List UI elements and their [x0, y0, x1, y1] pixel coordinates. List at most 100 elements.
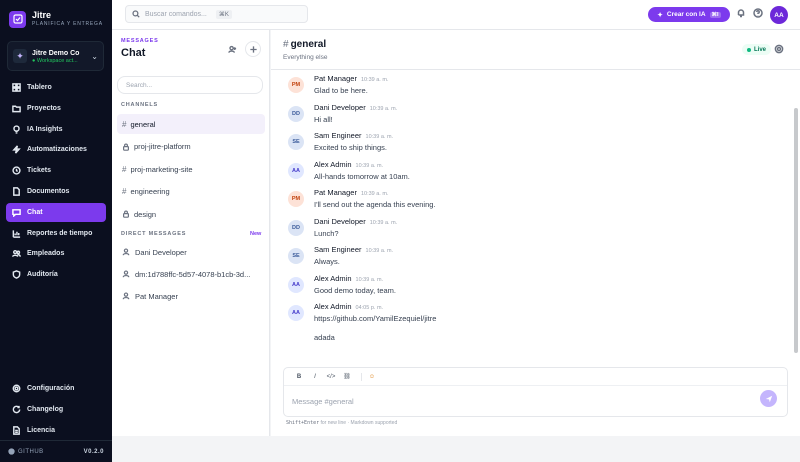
- nav-item-proyectos[interactable]: Proyectos: [6, 99, 106, 118]
- bell-icon: [737, 9, 745, 18]
- nav-item-licencia[interactable]: Licencia: [6, 421, 106, 440]
- message-link[interactable]: https://github.com/YamilEzequiel/jitre: [314, 314, 436, 323]
- send-button[interactable]: [760, 390, 777, 407]
- dm-item[interactable]: Dani Developer: [117, 242, 265, 262]
- formatting-toolbar: B I </> ⛓ ☺: [284, 368, 787, 386]
- notifications-button[interactable]: [736, 8, 748, 20]
- command-search-placeholder: Buscar comandos...: [145, 10, 207, 18]
- create-with-ai-button[interactable]: ✦ Crear con IA ⌘I: [648, 7, 730, 22]
- message-author: Dani Developer: [314, 217, 366, 226]
- dm-item[interactable]: Pat Manager: [117, 286, 265, 306]
- message-scrollbar[interactable]: [794, 108, 798, 353]
- channel-search-input[interactable]: Search...: [117, 76, 263, 94]
- create-shortcut: ⌘I: [709, 11, 721, 18]
- command-search[interactable]: Buscar comandos... ⌘K: [125, 5, 308, 23]
- message-author: Alex Admin: [314, 274, 352, 283]
- channel-item-proj-jitre-platform[interactable]: proj-jitre-platform: [117, 137, 265, 157]
- channel-settings-button[interactable]: [774, 44, 784, 54]
- message-list: PM Pat Manager 10:39 a. m. Glad to be her…: [271, 71, 793, 356]
- bold-button[interactable]: B: [293, 374, 305, 380]
- nav-label: Licencia: [27, 426, 56, 434]
- avatar: DD: [288, 220, 304, 236]
- avatar: PM: [288, 191, 304, 207]
- help-button[interactable]: [753, 8, 765, 20]
- chart-icon: [12, 229, 21, 238]
- hint-key: Shift+Enter: [286, 420, 320, 426]
- composer-hint: Shift+Enter for new line · Markdown supp…: [286, 420, 397, 426]
- nav-item-reportes[interactable]: Reportes de tiempo: [6, 224, 106, 243]
- message-author: Pat Manager: [314, 188, 357, 197]
- brand-name: Jitre: [32, 10, 52, 20]
- secondary-nav: Configuración Changelog Licencia: [6, 379, 106, 441]
- user-icon: [122, 270, 130, 278]
- grid-icon: [12, 83, 21, 92]
- brand-tagline: PLANIFICA Y ENTREGA: [32, 21, 103, 27]
- channel-item-engineering[interactable]: # engineering: [117, 182, 265, 202]
- message-text: Good demo today, team.: [314, 286, 396, 295]
- message-input[interactable]: Message #general: [292, 397, 354, 406]
- link-button[interactable]: ⛓: [341, 373, 353, 380]
- message-time: 10:39 a. m.: [360, 191, 389, 197]
- emoji-button[interactable]: ☺: [366, 374, 378, 380]
- message-text: Excited to ship things.: [314, 143, 387, 152]
- search-shortcut: ⌘K: [215, 9, 232, 19]
- shield-icon: [12, 270, 21, 280]
- brand-logo-icon: [9, 10, 26, 28]
- gear-icon: [12, 384, 21, 393]
- nav-label: Changelog: [27, 405, 64, 413]
- nav-item-automatizaciones[interactable]: Automatizaciones: [6, 140, 106, 159]
- message-text: I'll send out the agenda this evening.: [314, 200, 436, 209]
- channel-description: Everything else: [283, 54, 328, 61]
- app-sidebar: Jitre PLANIFICA Y ENTREGA ✦ Jitre Demo C…: [0, 0, 112, 462]
- new-dm-button[interactable]: New: [250, 231, 261, 237]
- avatar: PM: [288, 77, 304, 93]
- nav-item-tablero[interactable]: Tablero: [6, 78, 106, 97]
- nav-item-documentos[interactable]: Documentos: [6, 182, 106, 201]
- create-label: Crear con IA: [666, 11, 706, 18]
- user-icon: [122, 248, 130, 256]
- channel-panel: MESSAGES Chat Search... CHANNELS # gener…: [112, 30, 270, 436]
- nav-item-auditoria[interactable]: Auditoría: [6, 265, 106, 284]
- dm-name: Pat Manager: [135, 291, 178, 301]
- nav-label: Auditoría: [27, 271, 58, 279]
- nav-item-changelog[interactable]: Changelog: [6, 400, 106, 419]
- chat-area: # general Everything else Live PM Pat Man…: [271, 30, 800, 436]
- brand[interactable]: Jitre PLANIFICA Y ENTREGA: [9, 10, 103, 28]
- message-time: 10:39 a. m.: [369, 220, 398, 226]
- italic-button[interactable]: I: [309, 374, 321, 380]
- dm-item[interactable]: dm:1d788ffc-5d57-4078-b1cb-3d...: [117, 264, 265, 284]
- folder-icon: [12, 105, 21, 113]
- avatar: AA: [288, 305, 304, 321]
- toolbar-divider: [361, 372, 362, 381]
- new-channel-button[interactable]: [245, 41, 261, 57]
- avatar: SE: [288, 134, 304, 150]
- hint-text: for new line · Markdown supported: [320, 420, 398, 426]
- nav-item-ia-insights[interactable]: IA Insights: [6, 120, 106, 139]
- channel-item-design[interactable]: design: [117, 204, 265, 224]
- dm-name: dm:1d788ffc-5d57-4078-b1cb-3d...: [135, 269, 251, 279]
- message-time: 04:05 p. m.: [355, 305, 384, 311]
- dm-list: Dani Developer dm:1d788ffc-5d57-4078-b1c…: [117, 242, 265, 308]
- user-avatar[interactable]: AA: [770, 6, 788, 24]
- nav-item-configuracion[interactable]: Configuración: [6, 379, 106, 398]
- workspace-switcher[interactable]: ✦ Jitre Demo Co ● Workspace act... ⌄: [7, 41, 104, 71]
- nav-item-tickets[interactable]: Tickets: [6, 161, 106, 180]
- bolt-icon: [12, 145, 21, 154]
- code-button[interactable]: </>: [325, 374, 337, 380]
- channel-list: # general proj-jitre-platform # proj-mar…: [117, 114, 265, 227]
- channel-item-proj-marketing-site[interactable]: # proj-marketing-site: [117, 159, 265, 179]
- nav-item-chat[interactable]: Chat: [6, 202, 106, 222]
- channel-item-general[interactable]: # general: [117, 114, 265, 134]
- add-people-button[interactable]: [224, 41, 240, 57]
- avatar: AA: [288, 163, 304, 179]
- message-time: 10:39 a. m.: [355, 163, 384, 169]
- message-author: Pat Manager: [314, 74, 357, 83]
- channel-title-text: general: [290, 39, 327, 50]
- live-dot-icon: [747, 47, 751, 52]
- avatar: SE: [288, 248, 304, 264]
- license-icon: [13, 425, 20, 435]
- github-link[interactable]: GITHUB: [8, 448, 44, 455]
- live-label: Live: [754, 46, 767, 53]
- channel-name: general: [130, 119, 156, 129]
- nav-item-empleados[interactable]: Empleados: [6, 244, 106, 263]
